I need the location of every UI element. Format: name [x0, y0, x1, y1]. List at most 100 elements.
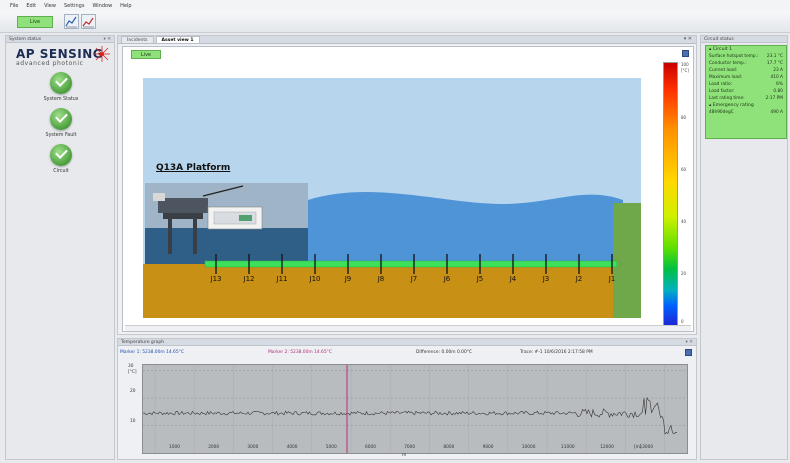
tab-incidents[interactable]: Incidents — [121, 36, 154, 43]
circuit-row: Maximum load: 410 A — [709, 75, 783, 80]
pane-title: Circuit status — [701, 36, 787, 43]
x-tick: 4000 — [286, 445, 298, 450]
temperature-plot[interactable] — [142, 364, 688, 454]
circuit-row: Surface hotspot temp.: 23.1 °C — [709, 54, 783, 59]
joint-label: J10 — [309, 275, 321, 283]
circuit-header[interactable]: ▴ Circuit 1 — [706, 46, 786, 53]
asset-view-pane: Incidents Asset view 1 ▾ ✕ Live Q13A Pla… — [117, 35, 697, 335]
dropdown-icon[interactable] — [685, 349, 692, 356]
marker-bar: Marker 1: 5238.00m 14.65°C Marker 2: 523… — [120, 348, 694, 357]
joint-label: J11 — [276, 275, 288, 283]
colorbar-tick: 40 — [681, 219, 687, 224]
x-unit: [m] — [634, 445, 642, 450]
horizontal-scrollbar[interactable] — [125, 325, 691, 331]
system-status-indicator[interactable]: System Status — [6, 72, 116, 102]
colorbar-unit: [°C] — [681, 68, 689, 73]
circuit-row: Last rating time: 2:17 PM — [709, 96, 783, 101]
x-tick: 9000 — [482, 445, 494, 450]
colorbar-tick: 80 — [681, 115, 687, 120]
temperature-colorbar — [663, 62, 678, 328]
tab-asset-view-1[interactable]: Asset view 1 — [155, 36, 200, 43]
colorbar-tick: 60 — [681, 167, 687, 172]
circuit-row: Current load: 23 A — [709, 68, 783, 73]
check-icon — [50, 144, 72, 166]
circuit-card: ▴ Circuit 1 Surface hotspot temp.: 23.1 °… — [705, 45, 787, 139]
cable — [204, 260, 618, 268]
joint-label: J9 — [344, 275, 352, 283]
joint-label: J2 — [575, 275, 583, 283]
toolbar: Live — [0, 11, 790, 33]
x-tick: 3000 — [247, 445, 259, 450]
asset-live-button[interactable]: Live — [131, 50, 161, 59]
marker1-readout: Marker 1: 5238.00m 14.65°C — [120, 350, 184, 355]
joint-label: J1 — [608, 275, 616, 283]
x-axis-label: m — [402, 453, 407, 458]
platform-scene: Q13A Platform J13 J12 J11 J10 J9 J8 J7 J6 J5 J4 J3… — [143, 78, 641, 318]
joint-label: J12 — [243, 275, 255, 283]
export-chart-icon[interactable] — [81, 14, 96, 29]
star-burst-icon — [94, 46, 110, 62]
joint-label: J7 — [410, 275, 418, 283]
joint-label: J8 — [377, 275, 385, 283]
pane-controls[interactable]: ▾ ✕ — [686, 339, 693, 346]
difference-readout: Difference: 0.00m 0.00°C — [416, 350, 472, 355]
trace-readout: Trace: #-1 10/6/2016 2:17:58 PM — [520, 350, 593, 355]
emergency-rating-header[interactable]: ▴ Emergency rating — [706, 102, 786, 109]
chart-icon[interactable] — [64, 14, 79, 29]
y-tick: 30 — [128, 364, 134, 369]
circuit-status-pane: Circuit status ▴ Circuit 1 Surface hotsp… — [700, 35, 788, 460]
menu-file[interactable]: File — [10, 3, 18, 9]
temperature-graph-pane: Temperature graph ▾ ✕ Marker 1: 5238.00m… — [117, 338, 697, 460]
asset-canvas: Live Q13A Platform J13 J12 J11 J10 J9 J8… — [122, 46, 694, 332]
joint-label: J4 — [509, 275, 517, 283]
x-tick: 12000 — [600, 445, 614, 450]
menu-help[interactable]: Help — [120, 3, 131, 9]
pane-controls[interactable]: ▾ ✕ — [684, 36, 692, 42]
joint-label: J6 — [443, 275, 451, 283]
joint-label: J5 — [476, 275, 484, 283]
colorbar-tick: 100 — [681, 62, 689, 67]
check-icon — [50, 108, 72, 130]
tab-strip: Incidents Asset view 1 — [118, 36, 696, 44]
colorbar-tick: 0 — [681, 319, 684, 324]
platform-label: Q13A Platform — [156, 163, 231, 173]
x-tick: 2000 — [208, 445, 220, 450]
y-unit: [°C] — [128, 370, 137, 375]
menu-view[interactable]: View — [44, 3, 56, 9]
circuit-row: Load factor: 0.80 — [709, 89, 783, 94]
sea — [308, 192, 623, 264]
live-button[interactable]: Live — [17, 16, 53, 28]
menu-edit[interactable]: Edit — [26, 3, 36, 9]
x-tick: 10000 — [521, 445, 536, 450]
circuit-indicator[interactable]: Circuit — [6, 144, 116, 174]
joint-label: J13 — [210, 275, 222, 283]
shore — [613, 203, 641, 318]
colorbar-tick: 20 — [681, 271, 687, 276]
x-tick: 6000 — [365, 445, 376, 450]
marker2-readout: Marker 2: 5238.00m 14.65°C — [268, 350, 332, 355]
joint-label: J3 — [542, 275, 550, 283]
system-fault-indicator[interactable]: System Fault — [6, 108, 116, 138]
ap-sensing-logo: AP SENSING advanced photonic — [16, 46, 111, 72]
circuit-row: Load ratio: 6% — [709, 82, 783, 87]
temperature-trace — [142, 396, 678, 435]
dropdown-icon[interactable] — [682, 50, 689, 57]
system-status-pane: System status ▾ ✕ AP SENSING advanced ph… — [5, 35, 115, 460]
x-tick: 7000 — [404, 445, 416, 450]
x-tick: 5000 — [325, 445, 337, 450]
seabed — [143, 264, 623, 318]
menu-settings[interactable]: Settings — [64, 3, 85, 9]
y-tick: 20 — [130, 389, 136, 394]
menu-window[interactable]: Window — [92, 3, 112, 9]
circuit-row: Conductor temp.: 17.7 °C — [709, 61, 783, 66]
x-tick: 8000 — [443, 445, 455, 450]
menu-bar: File Edit View Settings Window Help — [0, 0, 790, 11]
pane-controls[interactable]: ▾ ✕ — [104, 36, 111, 43]
check-icon — [50, 72, 72, 94]
y-tick: 10 — [130, 419, 136, 424]
pane-title: System status ▾ ✕ — [6, 36, 114, 43]
emergency-row: 48h90degC 490 A — [709, 110, 783, 115]
x-tick: 11000 — [561, 445, 575, 450]
pane-title: Temperature graph ▾ ✕ — [118, 339, 696, 346]
x-tick: 1000 — [169, 445, 180, 450]
